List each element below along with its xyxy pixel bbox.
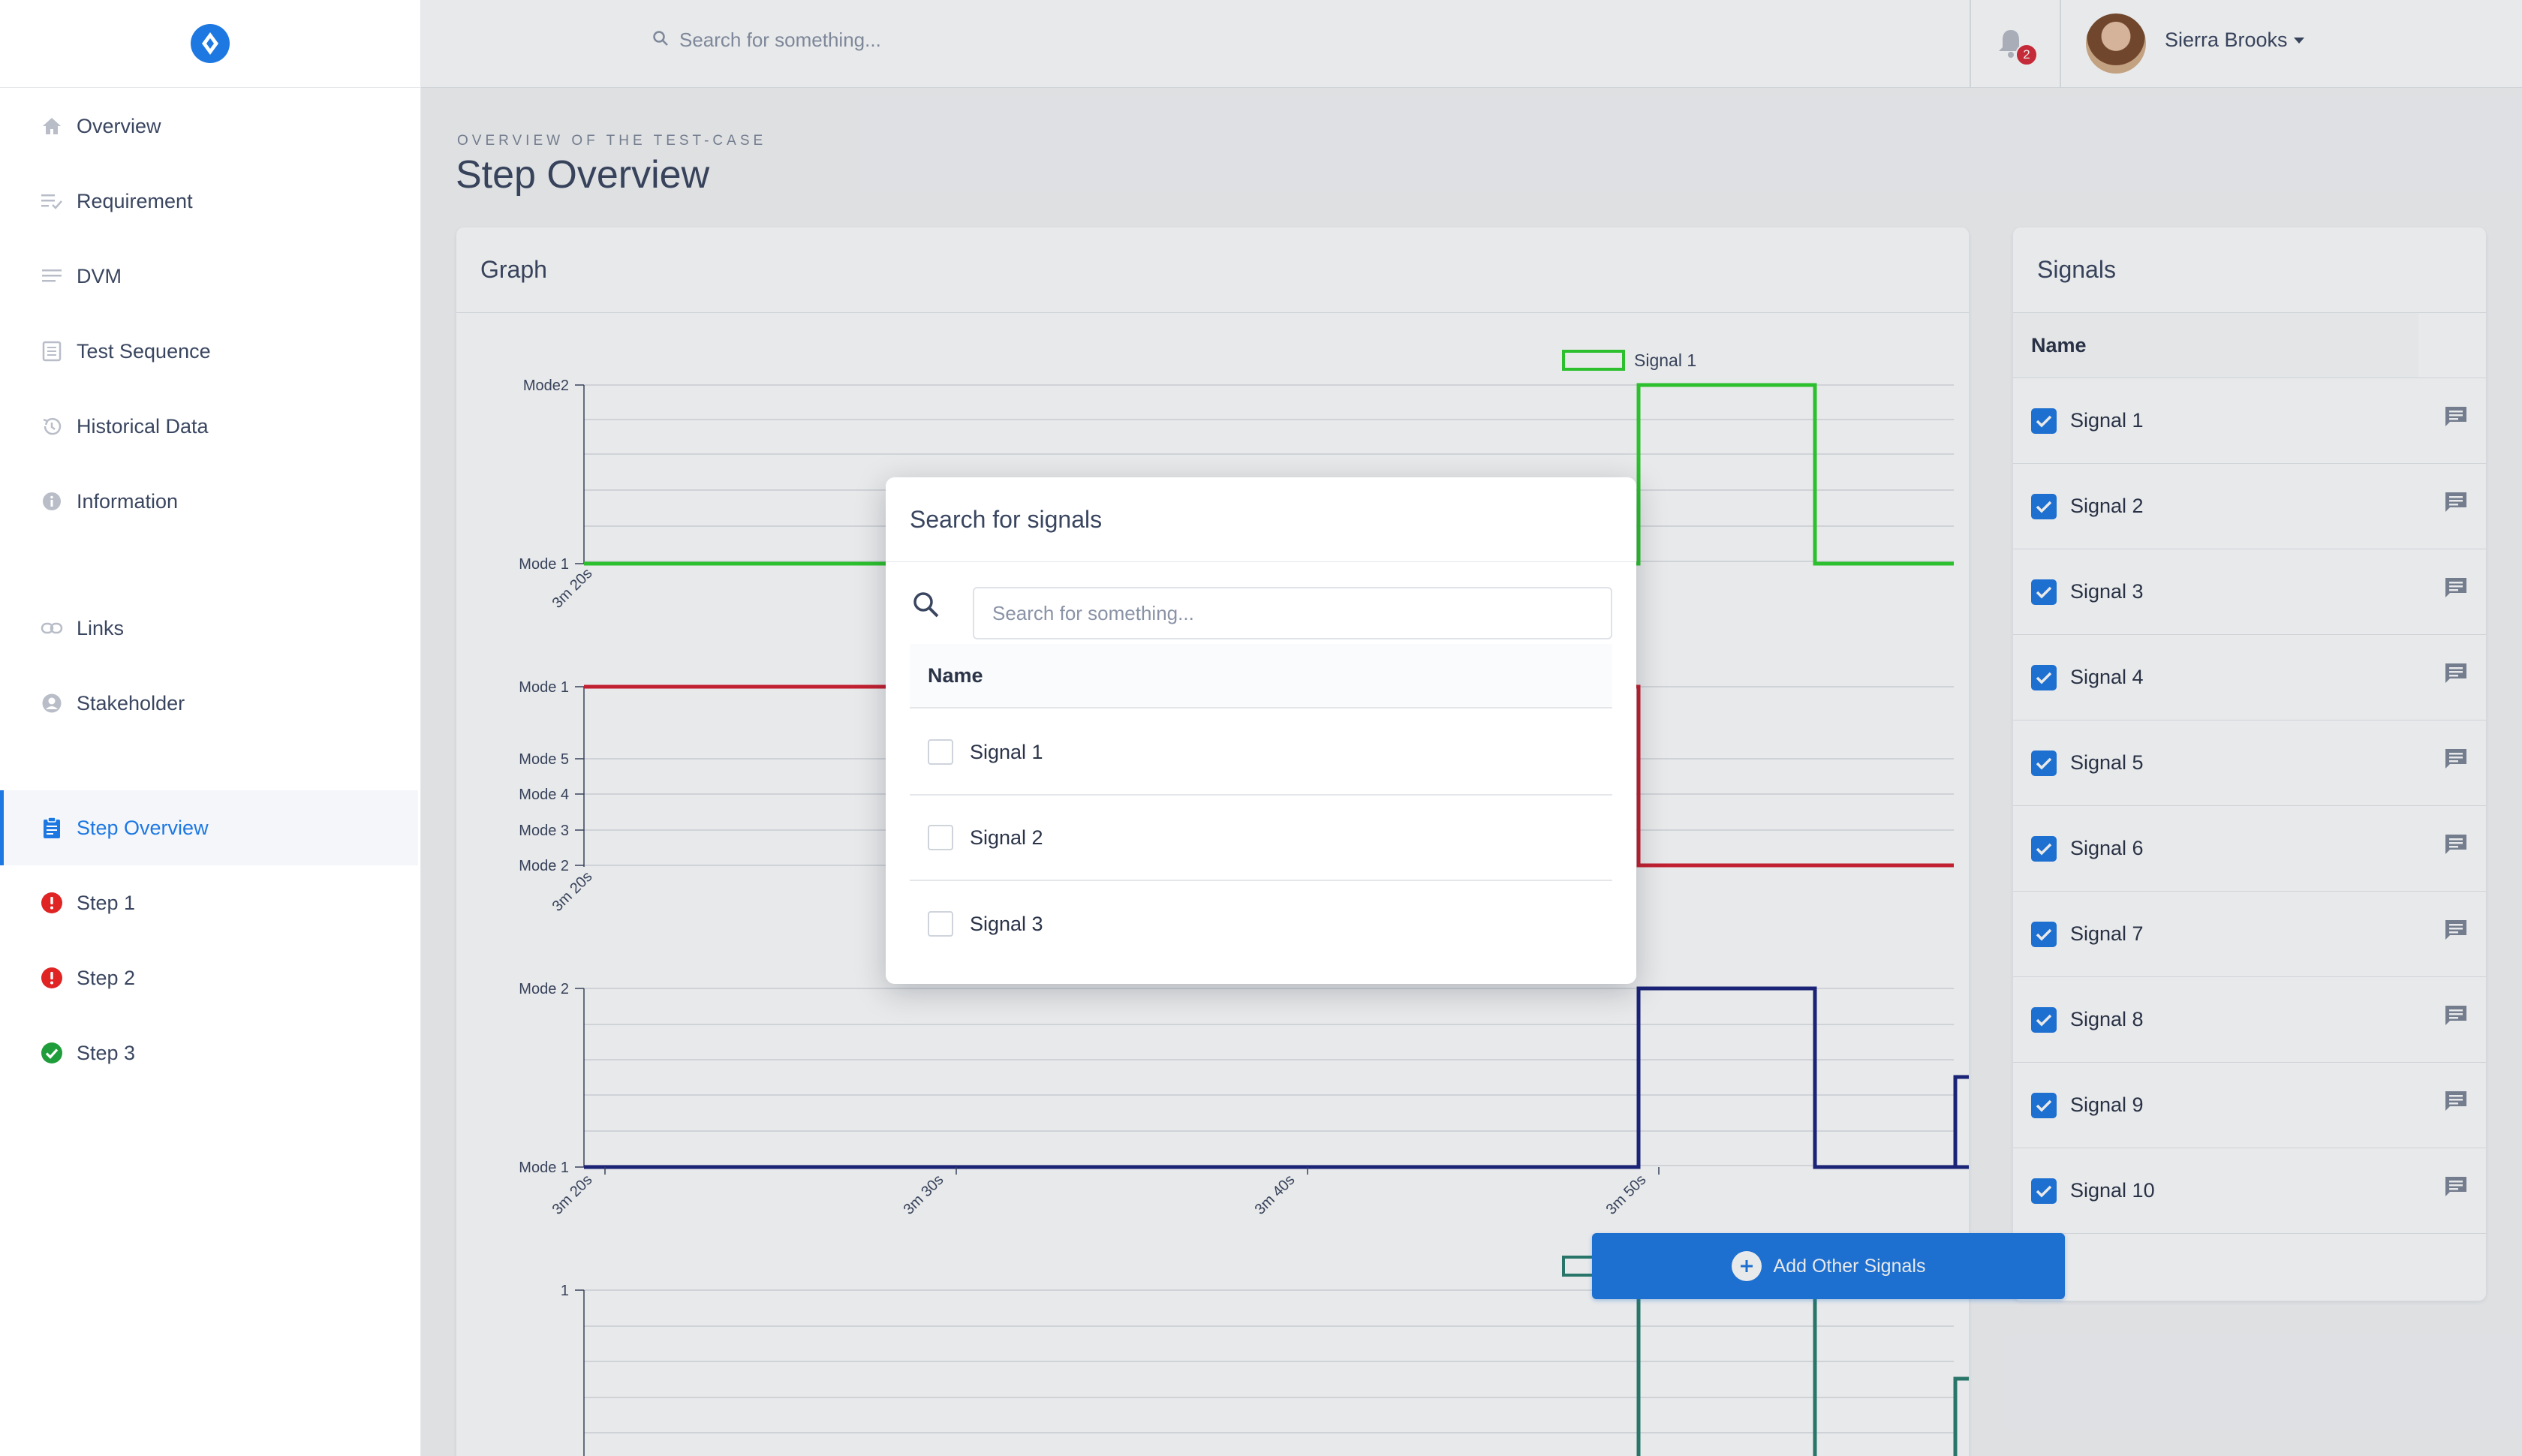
sidebar-item-label: DVM	[77, 264, 122, 287]
sidebar-item-requirement[interactable]: Requirement	[0, 164, 418, 239]
modal-signal-row[interactable]: Signal 3	[910, 881, 1612, 967]
sidebar-item-step-3[interactable]: Step 3	[0, 1015, 418, 1090]
history-icon	[39, 414, 65, 439]
modal-signal-row[interactable]: Signal 1	[910, 710, 1612, 796]
signal-name: Signal 2	[970, 826, 1043, 849]
sidebar-item-label: Overview	[77, 114, 161, 137]
person-icon	[39, 690, 65, 716]
list-doc-icon	[39, 338, 65, 364]
sidebar-item-label: Stakeholder	[77, 691, 185, 714]
sidebar-item-label: Historical Data	[77, 414, 209, 438]
sidebar-item-step-2[interactable]: Step 2	[0, 940, 418, 1015]
sidebar-item-step-overview[interactable]: Step Overview	[0, 790, 418, 865]
signal-name: Signal 1	[970, 740, 1043, 763]
sidebar-item-label: Test Sequence	[77, 339, 211, 362]
sidebar-item-label: Step 1	[77, 891, 136, 914]
logo-icon	[191, 24, 230, 63]
sidebar-item-label: Step 3	[77, 1041, 136, 1064]
sidebar-item-historical-data[interactable]: Historical Data	[0, 389, 418, 464]
sidebar-item-links[interactable]: Links	[0, 591, 418, 666]
sidebar-item-dvm[interactable]: DVM	[0, 239, 418, 314]
lines-icon	[39, 263, 65, 289]
checklist-icon	[39, 188, 65, 214]
signal-checkbox[interactable]	[928, 911, 953, 937]
info-icon	[39, 489, 65, 514]
sidebar: Overview Requirement DVM Test Sequence H…	[0, 0, 421, 1456]
modal-column-header: Name	[910, 644, 1612, 708]
modal-signal-row[interactable]: Signal 2	[910, 796, 1612, 881]
sidebar-item-overview[interactable]: Overview	[0, 89, 418, 164]
modal-search-input[interactable]	[973, 587, 1612, 639]
sidebar-item-label: Information	[77, 489, 179, 513]
sidebar-item-label: Links	[77, 616, 125, 639]
sidebar-item-label: Step 2	[77, 966, 136, 989]
sidebar-item-step-1[interactable]: Step 1	[0, 865, 418, 940]
check-circle-icon	[39, 1040, 65, 1066]
sidebar-item-label: Step Overview	[77, 816, 209, 839]
sidebar-item-stakeholder[interactable]: Stakeholder	[0, 666, 418, 741]
error-icon	[39, 965, 65, 991]
sidebar-logo[interactable]	[0, 0, 420, 88]
sidebar-item-information[interactable]: Information	[0, 464, 418, 539]
search-icon	[911, 590, 944, 623]
home-icon	[39, 113, 65, 139]
modal-title: Search for signals	[886, 477, 1636, 562]
error-icon	[39, 890, 65, 916]
signal-checkbox[interactable]	[928, 739, 953, 765]
link-icon	[39, 615, 65, 641]
signal-checkbox[interactable]	[928, 825, 953, 850]
clipboard-icon	[39, 815, 65, 841]
sidebar-item-label: Requirement	[77, 189, 193, 212]
search-signals-modal: Search for signals Name Signal 1 Signal …	[886, 477, 1636, 984]
signal-name: Signal 3	[970, 912, 1043, 935]
sidebar-item-test-sequence[interactable]: Test Sequence	[0, 314, 418, 389]
